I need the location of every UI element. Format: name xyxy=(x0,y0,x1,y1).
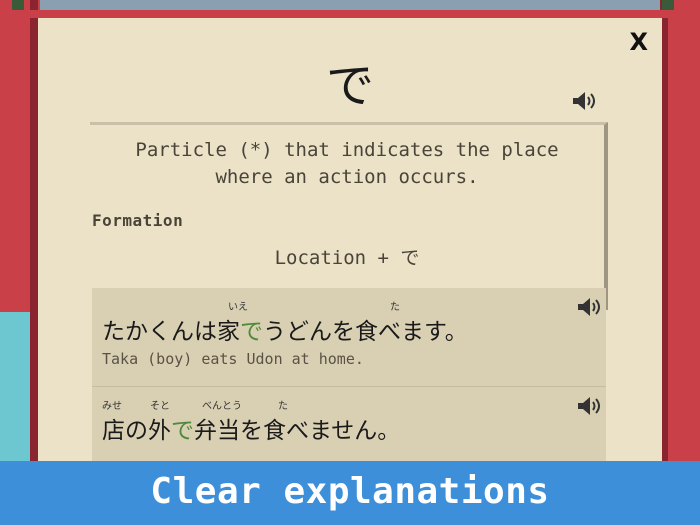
top-banner xyxy=(30,10,670,18)
furigana: べんとう xyxy=(202,401,242,412)
furigana: いえ xyxy=(228,302,248,313)
furigana: た xyxy=(390,302,400,313)
right-cap xyxy=(662,0,674,10)
top-band xyxy=(0,0,700,10)
particle-highlight: で xyxy=(171,418,194,444)
furigana: た xyxy=(278,401,288,412)
caption-banner: Clear explanations xyxy=(0,461,700,525)
example-japanese: たかくんは家でうどんを食べます。 xyxy=(102,319,468,345)
lesson-description: Particle (*) that indicates the place wh… xyxy=(135,139,559,188)
explanation-box: Particle (*) that indicates the place wh… xyxy=(90,122,608,310)
particle-highlight: で xyxy=(240,319,263,345)
right-pillar xyxy=(660,0,700,525)
lesson-card: X で Particle (*) that indicates the plac… xyxy=(38,18,662,486)
left-cap xyxy=(12,0,24,10)
formation-label: Formation xyxy=(92,211,184,230)
example-item: みせ そと べんとう た 店の外で弁当を食べません。 xyxy=(92,386,606,466)
lesson-title: で xyxy=(325,58,374,114)
speaker-icon[interactable] xyxy=(576,296,602,318)
formation-value: Location + で xyxy=(274,247,420,269)
speaker-icon[interactable] xyxy=(576,395,602,417)
furigana: みせ xyxy=(102,401,122,412)
speaker-icon[interactable] xyxy=(571,90,597,112)
caption-text: Clear explanations xyxy=(150,471,550,512)
example-translation: Taka (boy) eats Udon at home. xyxy=(102,350,364,368)
left-pillar xyxy=(0,0,40,525)
furigana: そと xyxy=(150,401,170,412)
example-japanese: 店の外で弁当を食べません。 xyxy=(102,418,401,444)
example-item: いえ た たかくんは家でうどんを食べます。 Taka (boy) eats Ud… xyxy=(92,288,606,386)
